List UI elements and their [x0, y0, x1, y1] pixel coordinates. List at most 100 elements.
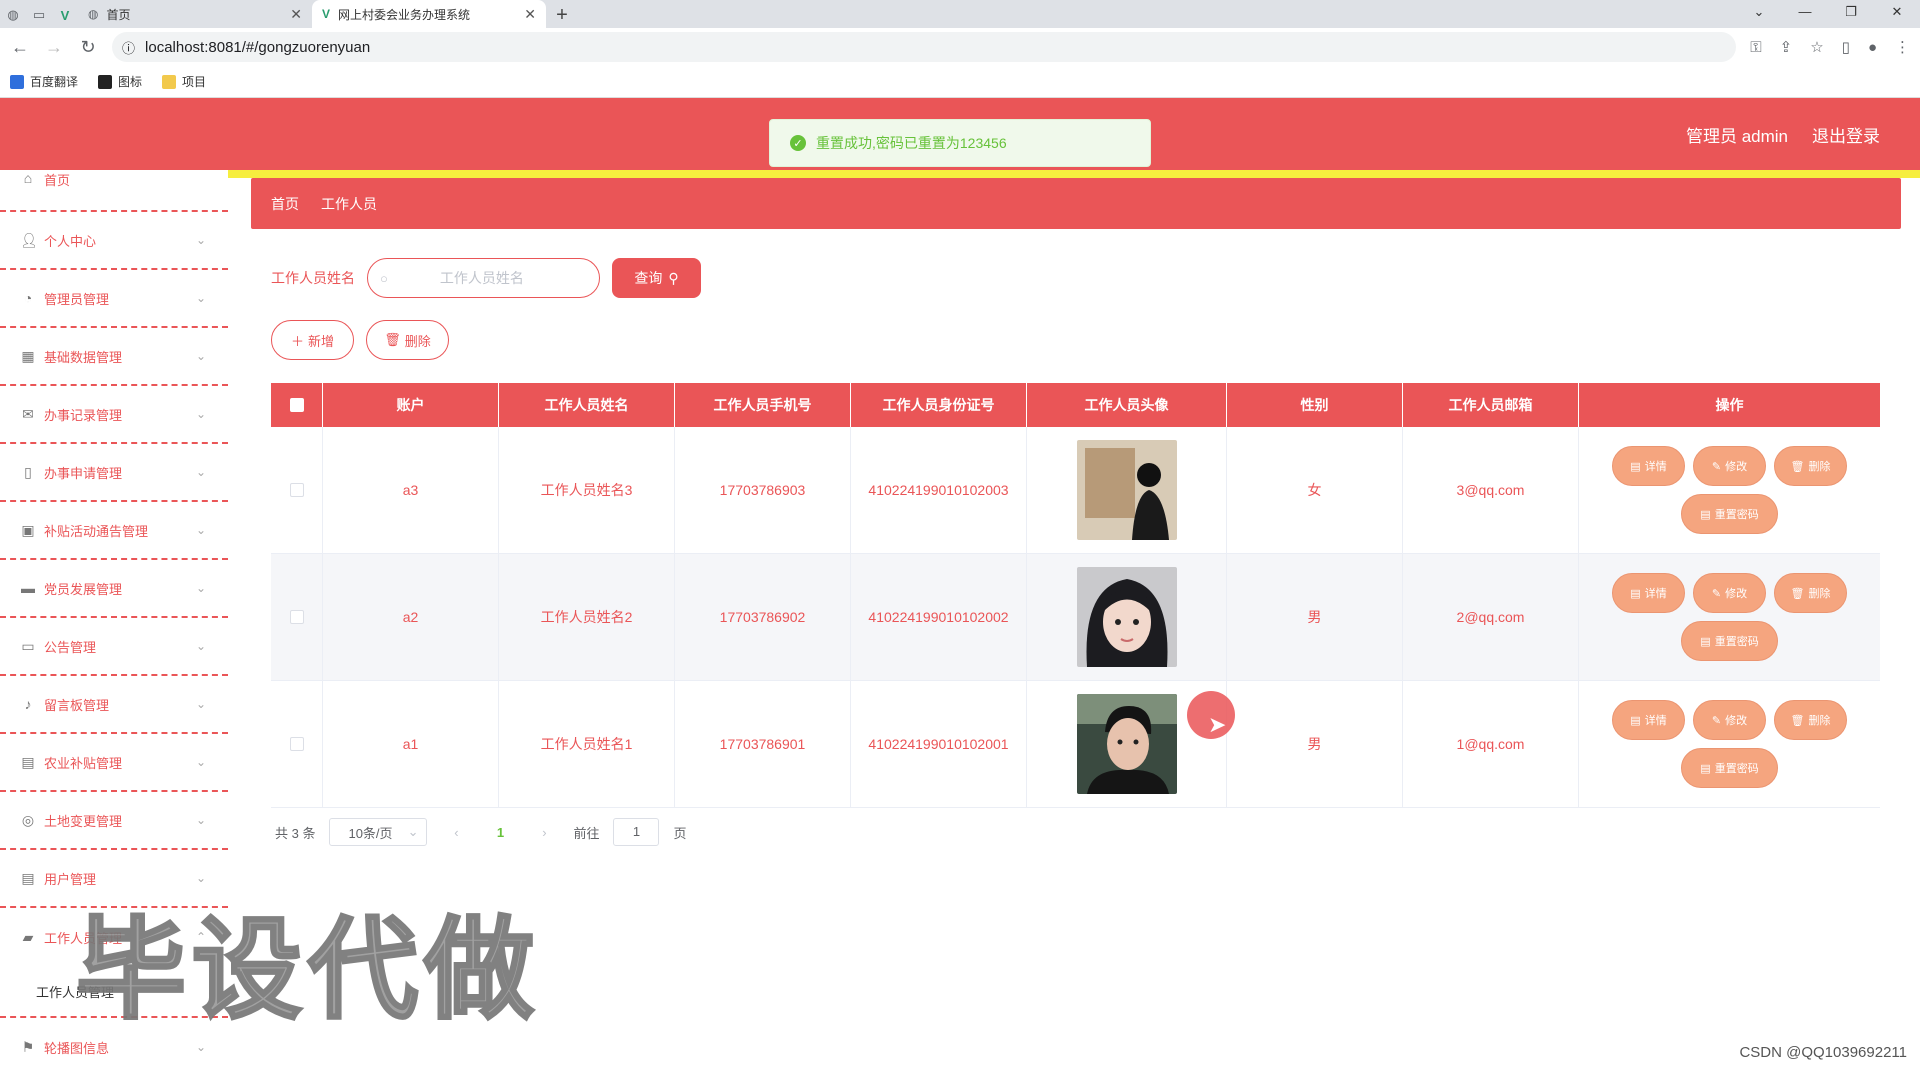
column-header: 操作: [1715, 397, 1744, 413]
browser-tab-home[interactable]: ◍ 首页 ✕: [78, 0, 312, 28]
cell-account: a2: [323, 554, 499, 680]
column-header: 工作人员邮箱: [1403, 383, 1579, 427]
column-header: 工作人员头像: [1027, 383, 1227, 427]
column-header: 工作人员姓名: [499, 383, 675, 427]
edit-button[interactable]: ✎ 修改: [1693, 446, 1766, 486]
avatar-image: [1076, 567, 1177, 667]
prev-page-icon[interactable]: ‹: [441, 825, 471, 840]
chevron-down-icon: ⌄: [195, 1040, 206, 1054]
new-tab-button[interactable]: +: [546, 2, 578, 28]
grid-icon: ▦: [21, 347, 35, 364]
reset-password-button[interactable]: ▤ 重置密码: [1681, 748, 1778, 788]
vue-tab-icon[interactable]: V: [52, 2, 78, 28]
row-checkbox[interactable]: [289, 483, 304, 497]
row-checkbox[interactable]: [289, 737, 304, 751]
detail-button[interactable]: ▤ 详情: [1612, 573, 1685, 613]
sidebar-item-admin[interactable]: ◔ 管理员管理 ⌄: [0, 270, 228, 328]
close-tab-icon[interactable]: ✕: [290, 6, 302, 23]
reset-password-button[interactable]: ▤ 重置密码: [1681, 621, 1778, 661]
edit-button[interactable]: ✎ 修改: [1693, 700, 1766, 740]
bookmark-item[interactable]: 项目: [162, 73, 206, 90]
success-toast: ✓ 重置成功,密码已重置为123456: [769, 119, 1151, 167]
sidebar-item-party[interactable]: ▬ 党员发展管理 ⌄: [0, 560, 228, 618]
batch-delete-button[interactable]: 🗑︎ 删除: [366, 320, 449, 360]
url-input[interactable]: ⓘ localhost:8081/#/gongzuorenyuan: [112, 32, 1737, 62]
globe-icon[interactable]: ◍: [0, 2, 26, 28]
forward-icon[interactable]: →: [44, 37, 64, 58]
star-icon[interactable]: ☆: [1810, 38, 1823, 56]
page-size-select[interactable]: 10条/页 ⌄: [329, 818, 428, 846]
minimize-icon[interactable]: —: [1782, 0, 1828, 28]
detail-button[interactable]: ▤ 详情: [1612, 700, 1685, 740]
trash-icon: 🗑︎: [1790, 460, 1805, 473]
tab-search-icon[interactable]: ⌄: [1736, 0, 1782, 28]
chevron-down-icon: ⌄: [195, 581, 206, 595]
pinned-tab-icon[interactable]: ▭: [26, 2, 52, 28]
avatar[interactable]: [1076, 694, 1177, 794]
goto-page-input[interactable]: 1: [613, 818, 660, 846]
share-icon[interactable]: ⇪: [1780, 38, 1793, 56]
vue-logo-icon: V: [322, 7, 331, 21]
sidepanel-icon[interactable]: ▯: [1842, 38, 1850, 56]
sidebar-item-subsidy-notice[interactable]: ▣ 补贴活动通告管理 ⌄: [0, 502, 228, 560]
table-row: a3 工作人员姓名3 17703786903 41022419901010200…: [271, 427, 1880, 554]
sidebar-item-records[interactable]: ✉ 办事记录管理 ⌄: [0, 386, 228, 444]
delete-button[interactable]: 🗑︎ 删除: [1774, 700, 1847, 740]
search-icon: ○: [380, 270, 388, 286]
doc-icon: ▤: [1700, 762, 1711, 775]
cell-email: 3@qq.com: [1403, 427, 1579, 553]
sidebar-item-messages[interactable]: ♪ 留言板管理 ⌄: [0, 676, 228, 734]
menu-icon[interactable]: ⋮: [1895, 38, 1910, 56]
query-button[interactable]: 查询 ⚲: [612, 258, 701, 298]
select-all-cell: [271, 383, 323, 427]
info-icon[interactable]: ⓘ: [122, 38, 135, 57]
tab-title: 网上村委会业务办理系统: [338, 7, 471, 22]
doc-icon: ▤: [1630, 587, 1641, 600]
breadcrumb-home[interactable]: 首页: [271, 194, 299, 214]
action-row: ＋新增 🗑︎ 删除: [271, 320, 449, 360]
select-all-checkbox[interactable]: [289, 398, 304, 412]
delete-button[interactable]: 🗑︎ 删除: [1774, 573, 1847, 613]
browser-tab-system[interactable]: V 网上村委会业务办理系统 ✕: [312, 0, 546, 28]
page-number[interactable]: 1: [485, 825, 515, 840]
profile-icon[interactable]: ●: [1868, 39, 1877, 56]
sidebar-item-agri-subsidy[interactable]: ▤ 农业补贴管理 ⌄: [0, 734, 228, 792]
search-label: 工作人员姓名: [271, 270, 355, 286]
close-window-icon[interactable]: ✕: [1874, 0, 1920, 28]
key-icon[interactable]: ⚿: [1750, 39, 1761, 56]
close-tab-icon[interactable]: ✕: [524, 6, 536, 23]
search-input[interactable]: [401, 270, 562, 286]
mail-icon: ✉: [22, 405, 34, 422]
edit-button[interactable]: ✎ 修改: [1693, 573, 1766, 613]
avatar[interactable]: [1076, 440, 1177, 540]
pagination: 共 3 条 10条/页 ⌄ ‹ 1 › 前往 1 页: [275, 818, 687, 846]
sidebar-item-land[interactable]: ◎ 土地变更管理 ⌄: [0, 792, 228, 850]
check-icon: ✓: [790, 135, 806, 151]
next-page-icon[interactable]: ›: [529, 825, 559, 840]
detail-button[interactable]: ▤ 详情: [1612, 446, 1685, 486]
reset-password-button[interactable]: ▤ 重置密码: [1681, 494, 1778, 534]
bookmark-item[interactable]: 百度翻译: [10, 73, 78, 90]
pencil-icon: ✎: [1711, 587, 1722, 600]
delete-button[interactable]: 🗑︎ 删除: [1774, 446, 1847, 486]
sidebar-item-basedata[interactable]: ▦ 基础数据管理 ⌄: [0, 328, 228, 386]
home-icon: ⌂: [23, 170, 33, 186]
search-field[interactable]: ○: [367, 258, 600, 298]
bell-icon: ♪: [24, 696, 32, 712]
row-checkbox[interactable]: [289, 610, 304, 624]
add-button[interactable]: ＋新增: [271, 320, 354, 360]
bookmarks-bar: 百度翻译 图标 项目: [0, 66, 1920, 98]
doc-icon: ▤: [1630, 460, 1641, 473]
avatar[interactable]: [1076, 567, 1177, 667]
logout-link[interactable]: 退出登录: [1812, 122, 1880, 147]
restore-icon[interactable]: ❐: [1828, 0, 1874, 28]
sidebar-item-home[interactable]: ⌂ 首页: [0, 170, 228, 200]
cell-name: 工作人员姓名2: [499, 554, 675, 680]
sidebar-item-personal[interactable]: 👤︎ 个人中心 ⌄: [0, 212, 228, 270]
window-controls: ⌄ — ❐ ✕: [1736, 0, 1920, 28]
bookmark-item[interactable]: 图标: [98, 73, 142, 90]
reload-icon[interactable]: ↻: [78, 37, 98, 58]
back-icon[interactable]: ←: [10, 37, 30, 58]
sidebar-item-notice[interactable]: ▭ 公告管理 ⌄: [0, 618, 228, 676]
sidebar-item-applications[interactable]: ▯ 办事申请管理 ⌄: [0, 444, 228, 502]
